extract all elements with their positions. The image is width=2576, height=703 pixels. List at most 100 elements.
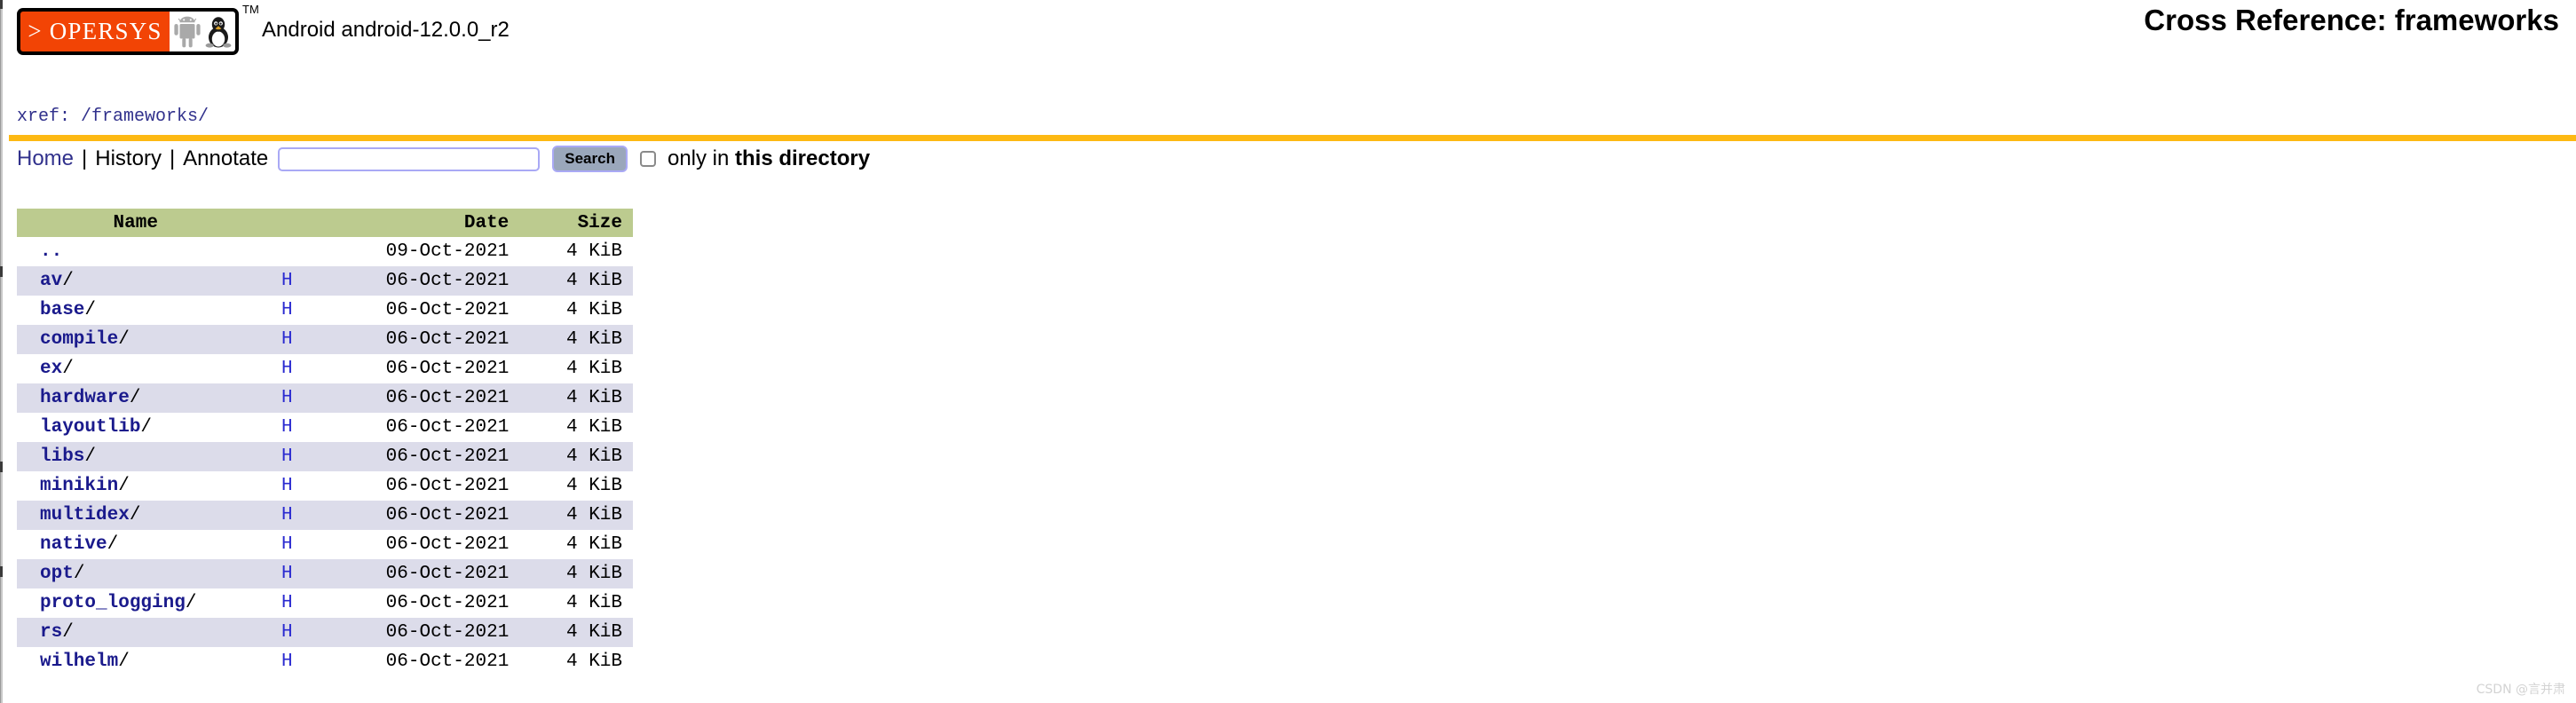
directory-link[interactable]: minikin <box>40 476 118 496</box>
column-header-name[interactable]: Name <box>17 209 255 237</box>
directory-name-cell: multidex/ <box>17 501 255 530</box>
history-cell: H <box>255 647 320 676</box>
history-link-h[interactable]: H <box>281 652 293 672</box>
path-slash: / <box>62 271 74 291</box>
table-row: minikin/H 06-Oct-2021 4 KiB <box>17 471 633 501</box>
history-link-h[interactable]: H <box>281 622 293 643</box>
history-cell: H <box>254 618 320 647</box>
table-header-row: Name Date Size <box>17 209 633 237</box>
breadcrumb-prefix: xref: <box>17 107 71 127</box>
column-header-size[interactable]: Size <box>512 209 633 237</box>
path-slash: / <box>84 300 97 320</box>
table-row: av/H 06-Oct-2021 4 KiB <box>17 266 633 296</box>
directory-link[interactable]: av <box>40 271 62 291</box>
directory-link[interactable]: compile <box>40 329 118 350</box>
date-cell: 06-Oct-2021 <box>320 266 513 296</box>
search-button[interactable]: Search <box>552 146 628 172</box>
history-link-h[interactable]: H <box>281 476 293 496</box>
directory-link[interactable]: hardware <box>40 388 130 408</box>
this-directory-text: this directory <box>735 146 871 170</box>
window-edge-mark-1 <box>0 0 3 9</box>
parent-directory-link[interactable]: .. <box>40 241 62 262</box>
directory-link[interactable]: ex <box>40 359 62 379</box>
column-header-date[interactable]: Date <box>320 209 513 237</box>
date-cell: 09-Oct-2021 <box>385 241 510 262</box>
path-slash: / <box>62 622 74 643</box>
history-cell: H <box>255 296 320 325</box>
window-edge-mark-4 <box>0 566 3 577</box>
directory-link[interactable]: multidex <box>40 505 130 525</box>
directory-name-cell: hardware/ <box>17 383 255 413</box>
history-link-h[interactable]: H <box>281 271 293 291</box>
history-cell: H <box>254 442 320 471</box>
window-edge-mark-2 <box>0 266 3 277</box>
size-cell: 4 KiB <box>565 359 622 379</box>
size-cell: 4 KiB <box>512 501 633 530</box>
size-cell: 4 KiB <box>512 618 633 647</box>
home-link[interactable]: Home <box>17 146 74 171</box>
history-cell: H <box>255 354 320 383</box>
size-cell: 4 KiB <box>565 534 622 555</box>
history-link-h[interactable]: H <box>281 505 293 525</box>
directory-link[interactable]: base <box>40 300 84 320</box>
history-link-h[interactable]: H <box>281 359 293 379</box>
directory-name-cell: compile/ <box>17 325 255 354</box>
breadcrumb-path-link[interactable]: /frameworks/ <box>81 107 209 127</box>
history-cell: H <box>255 413 320 442</box>
table-head: Name Date Size <box>17 209 633 237</box>
directory-link[interactable]: wilhelm <box>40 652 118 672</box>
history-cell: H <box>254 325 320 354</box>
path-slash: / <box>118 652 130 672</box>
opersys-logo-wordmark: > OPERSYS <box>20 12 170 51</box>
table-row: native/H 06-Oct-2021 4 KiB <box>17 530 633 559</box>
history-cell: H <box>255 588 320 618</box>
history-cell: H <box>254 266 320 296</box>
page-content: > OPERSYS TM Android android-12.0.0_r2 C… <box>4 0 2576 703</box>
size-cell: 4 KiB <box>565 241 622 262</box>
history-link-h[interactable]: H <box>281 417 293 438</box>
table-row: multidex/H 06-Oct-2021 4 KiB <box>17 501 633 530</box>
path-slash: / <box>107 534 119 555</box>
path-slash: / <box>185 593 197 613</box>
page-title: Cross Reference: frameworks <box>2144 4 2559 36</box>
directory-link[interactable]: rs <box>40 622 62 643</box>
directory-link[interactable]: libs <box>40 446 84 467</box>
watermark: CSDN @言并肃 <box>2476 683 2565 697</box>
directory-link[interactable]: native <box>40 534 107 555</box>
only-this-directory-label: only in this directory <box>668 146 870 171</box>
path-slash: / <box>129 388 141 408</box>
directory-name-cell: libs/ <box>17 442 255 471</box>
column-header-history <box>254 209 320 237</box>
opersys-logo[interactable]: > OPERSYS <box>17 8 239 55</box>
size-cell: 4 KiB <box>512 325 633 354</box>
history-link-h[interactable]: H <box>281 564 293 584</box>
breadcrumb: xref: /frameworks/ <box>17 107 209 127</box>
history-cell: H <box>255 471 320 501</box>
history-link-h[interactable]: H <box>281 534 293 555</box>
size-cell: 4 KiB <box>512 266 633 296</box>
history-link-h[interactable]: H <box>281 446 293 467</box>
size-cell: 4 KiB <box>512 383 633 413</box>
annotate-link[interactable]: Annotate <box>183 146 268 171</box>
directory-link[interactable]: proto_logging <box>40 593 186 613</box>
toolbar: Home | History | Annotate Search only in… <box>17 146 870 172</box>
directory-name-cell: rs/ <box>17 618 255 647</box>
history-link-h[interactable]: H <box>281 388 293 408</box>
table-row: base/H 06-Oct-2021 4 KiB <box>17 296 633 325</box>
only-this-directory-checkbox[interactable] <box>639 151 656 167</box>
history-cell <box>255 237 320 266</box>
path-slash: / <box>84 446 97 467</box>
directory-name-cell: av/ <box>17 266 255 296</box>
path-slash: / <box>129 505 141 525</box>
history-link[interactable]: History <box>95 146 162 171</box>
search-input[interactable] <box>278 146 541 171</box>
history-link-h[interactable]: H <box>281 593 293 613</box>
directory-link[interactable]: opt <box>40 564 74 584</box>
size-cell: 4 KiB <box>565 476 622 496</box>
history-link-h[interactable]: H <box>281 329 293 350</box>
history-link-h[interactable]: H <box>281 300 293 320</box>
table-row: compile/H 06-Oct-2021 4 KiB <box>17 325 633 354</box>
date-cell: 06-Oct-2021 <box>320 559 513 588</box>
directory-name-cell: wilhelm/ <box>17 647 255 676</box>
directory-link[interactable]: layoutlib <box>40 417 140 438</box>
